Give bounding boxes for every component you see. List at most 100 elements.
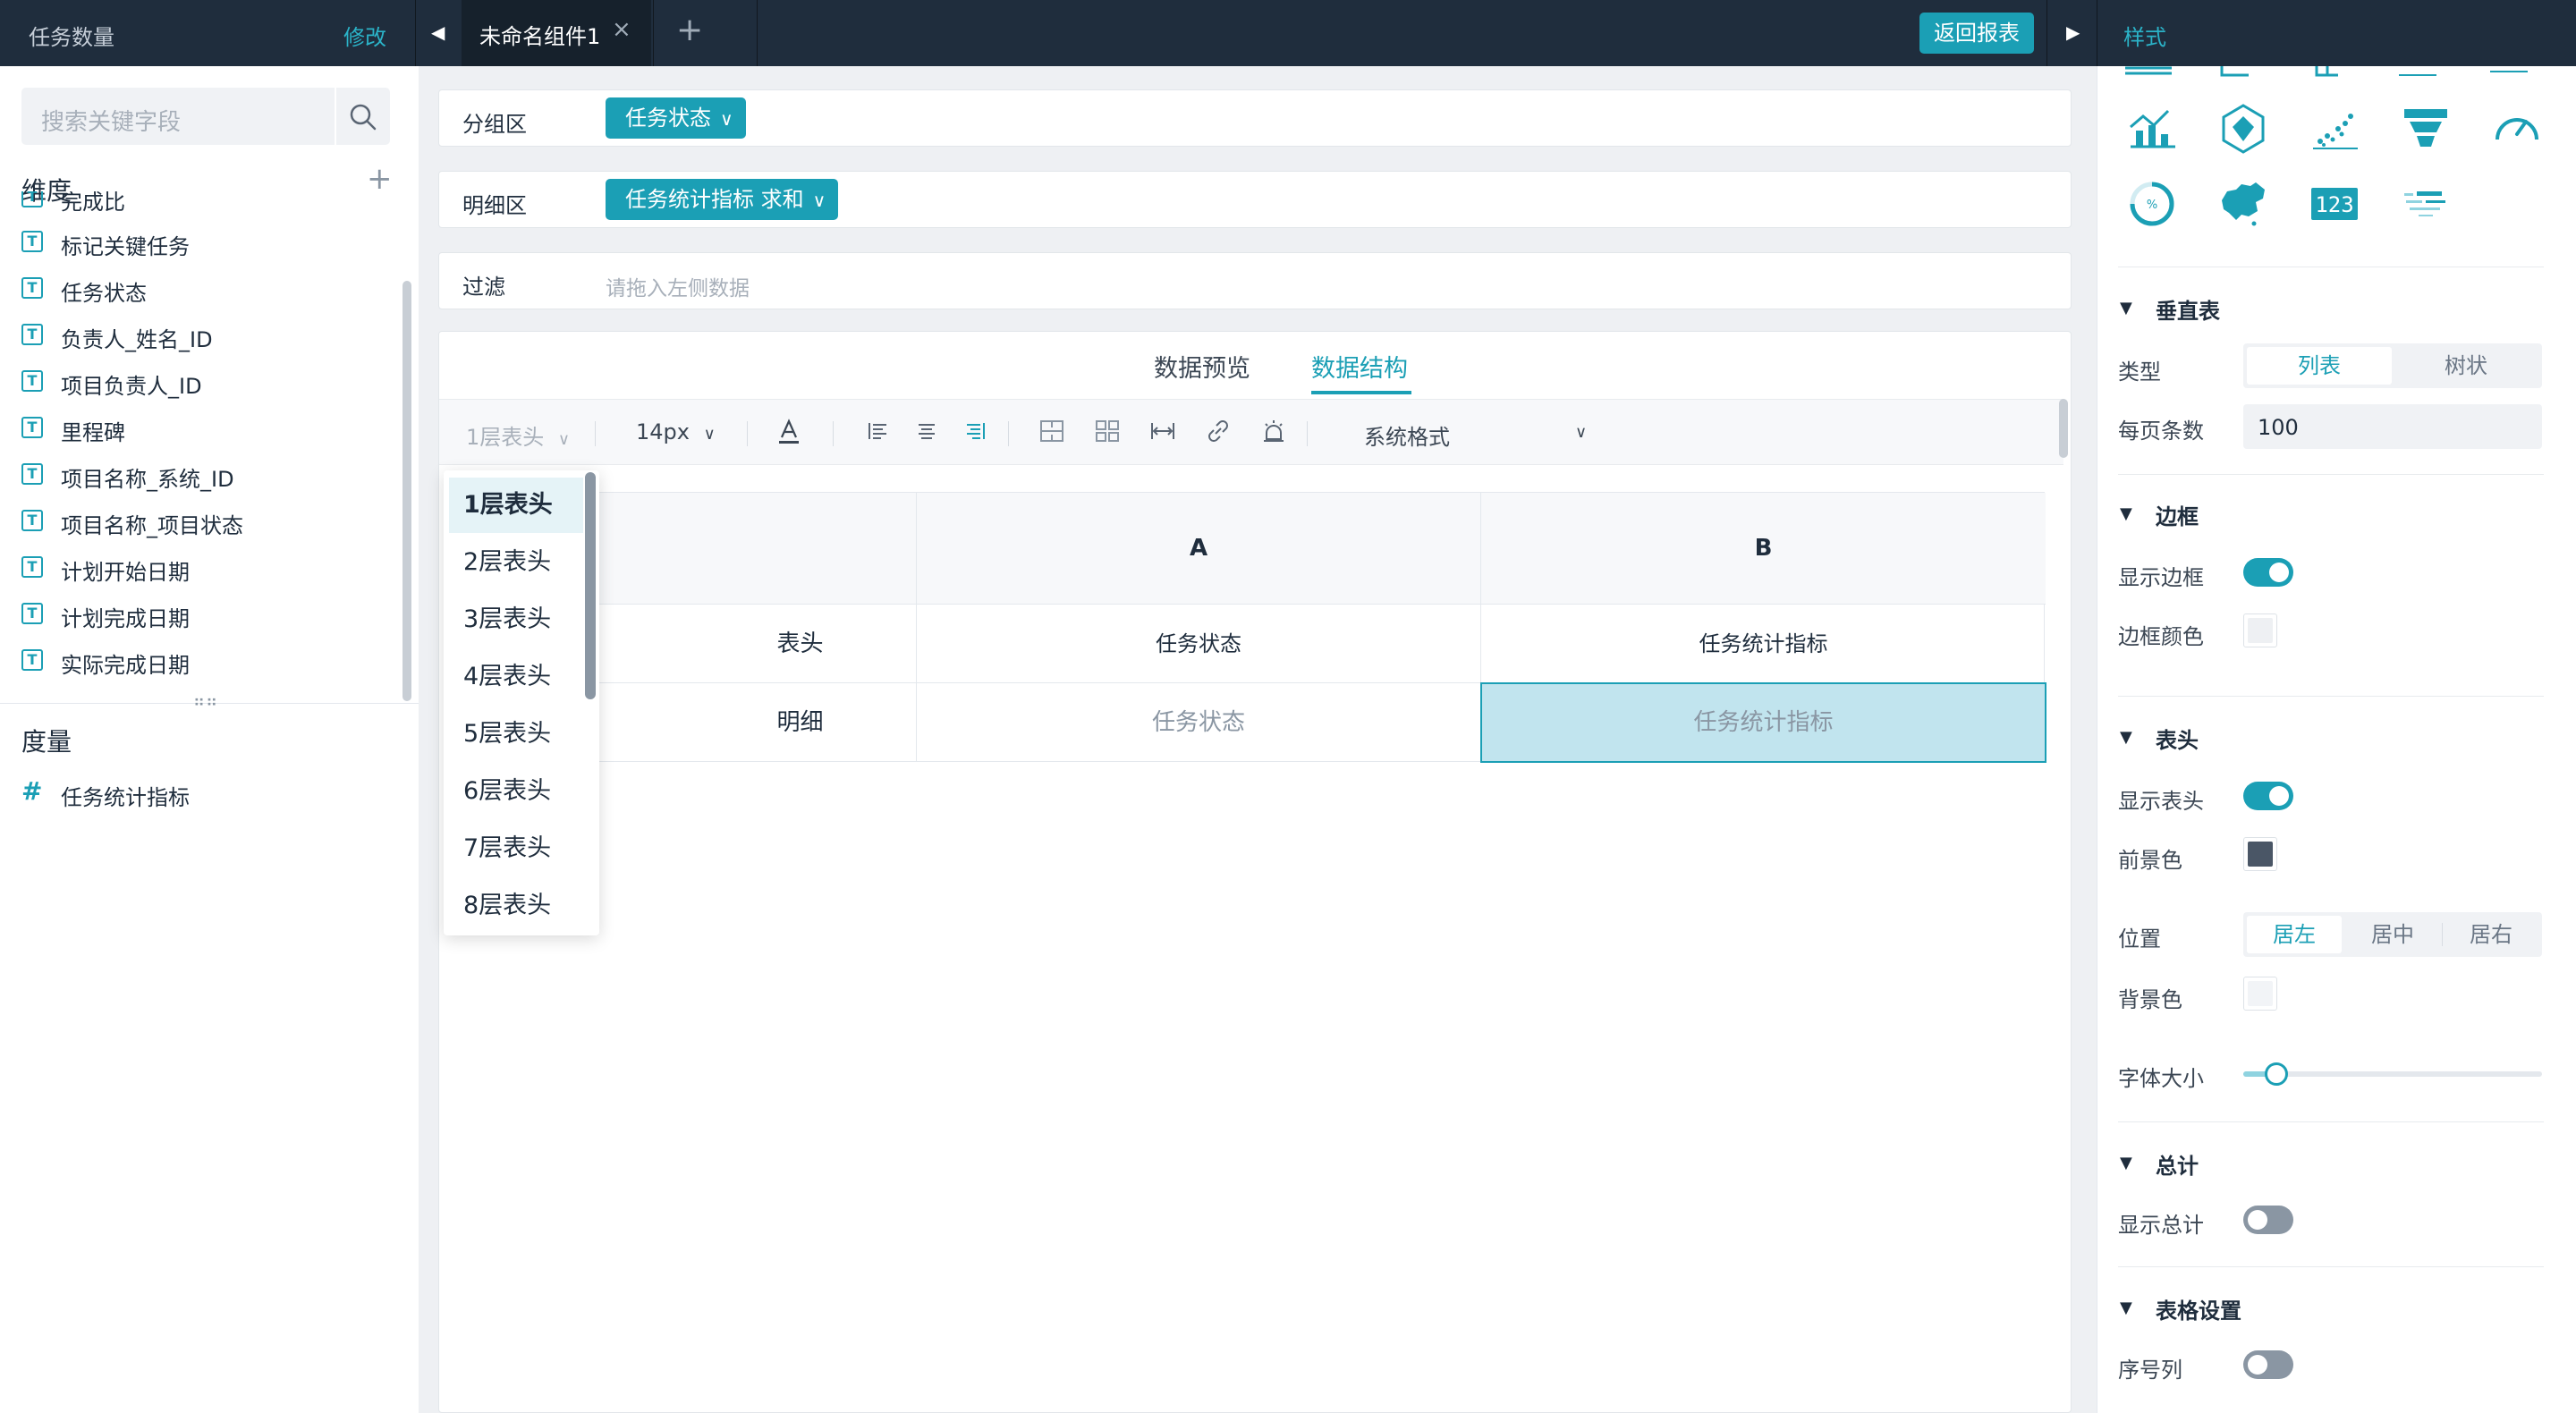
type-option-tree[interactable]: 树状: [2394, 347, 2538, 385]
map-chart-icon[interactable]: [2215, 175, 2272, 233]
page-size-input[interactable]: 100: [2243, 404, 2542, 449]
font-color-icon[interactable]: [774, 416, 804, 446]
scrollbar[interactable]: [585, 472, 596, 699]
merge-cells-icon[interactable]: [1037, 416, 1067, 446]
bar-chart-icon[interactable]: [2213, 66, 2258, 79]
list-item[interactable]: T 负责人_姓名_ID: [21, 318, 397, 354]
position-option-center[interactable]: 居中: [2345, 916, 2440, 953]
back-to-report-button[interactable]: 返回报表: [1919, 13, 2034, 54]
list-item[interactable]: # 任务统计指标: [21, 776, 397, 812]
header-levels-select[interactable]: 1层表头 ∨: [466, 419, 570, 451]
word-cloud-icon[interactable]: [2397, 175, 2454, 233]
collapse-triangle-icon[interactable]: ▼: [2120, 1154, 2132, 1172]
index-column-toggle[interactable]: [2243, 1350, 2293, 1379]
ring-progress-icon[interactable]: %: [2123, 175, 2181, 233]
collapse-triangle-icon[interactable]: ▼: [2120, 728, 2132, 747]
background-color-swatch[interactable]: [2243, 977, 2277, 1011]
position-segmented-control: 居左 居中 居右: [2243, 912, 2542, 957]
number-format-select[interactable]: 系统格式: [1364, 419, 1450, 451]
top-bar: 任务数量 修改 ◀ 未命名组件1 × + 返回报表 ▶ 样式: [0, 0, 2576, 66]
resize-handle-icon[interactable]: ⠶⠶: [193, 692, 218, 711]
collapse-triangle-icon[interactable]: ▼: [2120, 299, 2132, 317]
search-field[interactable]: 搜索关键字段: [21, 88, 390, 145]
table-chart-icon[interactable]: [2122, 66, 2175, 79]
tab-component[interactable]: 未命名组件1 ×: [462, 0, 651, 66]
format-toolbar: 1层表头 ∨ 14px ∨ 系统格式 ∨: [439, 399, 2063, 465]
list-item[interactable]: T 标记关键任务: [21, 225, 397, 261]
tab-style[interactable]: 样式: [2123, 20, 2166, 51]
dropdown-option[interactable]: 6层表头: [449, 764, 583, 819]
font-size-select[interactable]: 14px ∨: [636, 419, 716, 444]
type-option-list[interactable]: 列表: [2247, 347, 2392, 385]
alarm-icon[interactable]: [1258, 416, 1289, 446]
list-item[interactable]: T 项目名称_项目状态: [21, 504, 397, 540]
list-item[interactable]: T 项目负责人_ID: [21, 365, 397, 401]
foreground-color-swatch[interactable]: [2243, 837, 2277, 871]
funnel-chart-icon[interactable]: [2397, 100, 2454, 157]
list-item[interactable]: T 计划开始日期: [21, 551, 397, 587]
add-tab-icon[interactable]: +: [676, 13, 703, 48]
search-icon[interactable]: [348, 102, 378, 132]
list-item[interactable]: T 任务状态: [21, 272, 397, 308]
tab-scroll-left-icon[interactable]: ◀: [431, 21, 445, 43]
dropdown-option[interactable]: 8层表头: [449, 878, 583, 934]
close-icon[interactable]: ×: [612, 16, 631, 43]
detail-field-pill[interactable]: 任务统计指标 求和 ∨: [606, 179, 839, 220]
collapse-triangle-icon[interactable]: ▼: [2120, 1299, 2132, 1317]
show-total-toggle[interactable]: [2243, 1206, 2293, 1234]
table-cell-selected[interactable]: 任务统计指标: [1480, 682, 2046, 763]
tab-scroll-right-icon[interactable]: ▶: [2066, 21, 2080, 43]
scatter-chart-icon[interactable]: [2306, 100, 2363, 157]
section-title: 表头: [2156, 728, 2199, 753]
collapse-triangle-icon[interactable]: ▼: [2120, 504, 2132, 523]
list-item[interactable]: T 里程碑: [21, 411, 397, 447]
position-option-left[interactable]: 居左: [2247, 916, 2342, 953]
align-center-icon[interactable]: [911, 416, 942, 446]
area-chart-icon[interactable]: [2487, 66, 2531, 79]
column-chart-icon[interactable]: [2304, 66, 2349, 79]
slider-handle[interactable]: [2265, 1062, 2288, 1086]
dropdown-option[interactable]: 1层表头: [449, 478, 583, 533]
show-header-toggle[interactable]: [2243, 782, 2293, 810]
column-header[interactable]: B: [1481, 493, 2046, 605]
align-left-icon[interactable]: [863, 416, 894, 446]
edit-link[interactable]: 修改: [343, 20, 386, 51]
link-icon[interactable]: [1203, 416, 1233, 446]
tab-data-structure[interactable]: 数据结构: [1311, 349, 1408, 384]
group-field-pill[interactable]: 任务状态 ∨: [606, 97, 746, 139]
text-type-icon: T: [21, 603, 43, 624]
dropdown-option[interactable]: 4层表头: [449, 649, 583, 705]
column-width-icon[interactable]: [1148, 416, 1178, 446]
column-header[interactable]: A: [917, 493, 1481, 605]
table-cell[interactable]: 任务状态: [917, 605, 1481, 683]
list-item[interactable]: T 项目名称_系统_ID: [21, 458, 397, 494]
align-right-icon[interactable]: [960, 416, 990, 446]
list-item[interactable]: T 计划完成日期: [21, 597, 397, 633]
table-cell[interactable]: 任务统计指标: [1481, 605, 2046, 683]
kpi-number-icon[interactable]: 123: [2306, 175, 2363, 233]
scrollbar[interactable]: [402, 281, 411, 701]
dropdown-option[interactable]: 5层表头: [449, 706, 583, 762]
list-item[interactable]: T 完成比: [21, 191, 397, 216]
radar-chart-icon[interactable]: [2215, 100, 2272, 157]
show-border-toggle[interactable]: [2243, 558, 2293, 587]
position-option-right[interactable]: 居右: [2444, 916, 2538, 953]
combo-chart-icon[interactable]: [2123, 100, 2181, 157]
dropdown-option[interactable]: 3层表头: [449, 592, 583, 647]
detail-zone[interactable]: 明细区 任务统计指标 求和 ∨: [438, 171, 2072, 228]
gauge-chart-icon[interactable]: [2488, 100, 2546, 157]
border-color-swatch[interactable]: [2243, 613, 2277, 647]
split-cells-icon[interactable]: [1092, 416, 1123, 446]
dropdown-option[interactable]: 2层表头: [449, 535, 583, 590]
list-item[interactable]: T 实际完成日期: [21, 644, 397, 680]
dropdown-option[interactable]: 7层表头: [449, 821, 583, 876]
font-size-slider[interactable]: [2243, 1071, 2542, 1077]
line-chart-icon[interactable]: [2395, 66, 2440, 79]
scrollbar[interactable]: [2059, 399, 2068, 458]
table-cell[interactable]: 任务状态: [917, 683, 1481, 762]
group-zone[interactable]: 分组区 任务状态 ∨: [438, 89, 2072, 147]
filter-zone[interactable]: 过滤 请拖入左侧数据: [438, 252, 2072, 309]
chevron-down-icon[interactable]: ∨: [1575, 423, 1587, 442]
divider: [415, 0, 416, 66]
tab-data-preview[interactable]: 数据预览: [1154, 349, 1250, 384]
